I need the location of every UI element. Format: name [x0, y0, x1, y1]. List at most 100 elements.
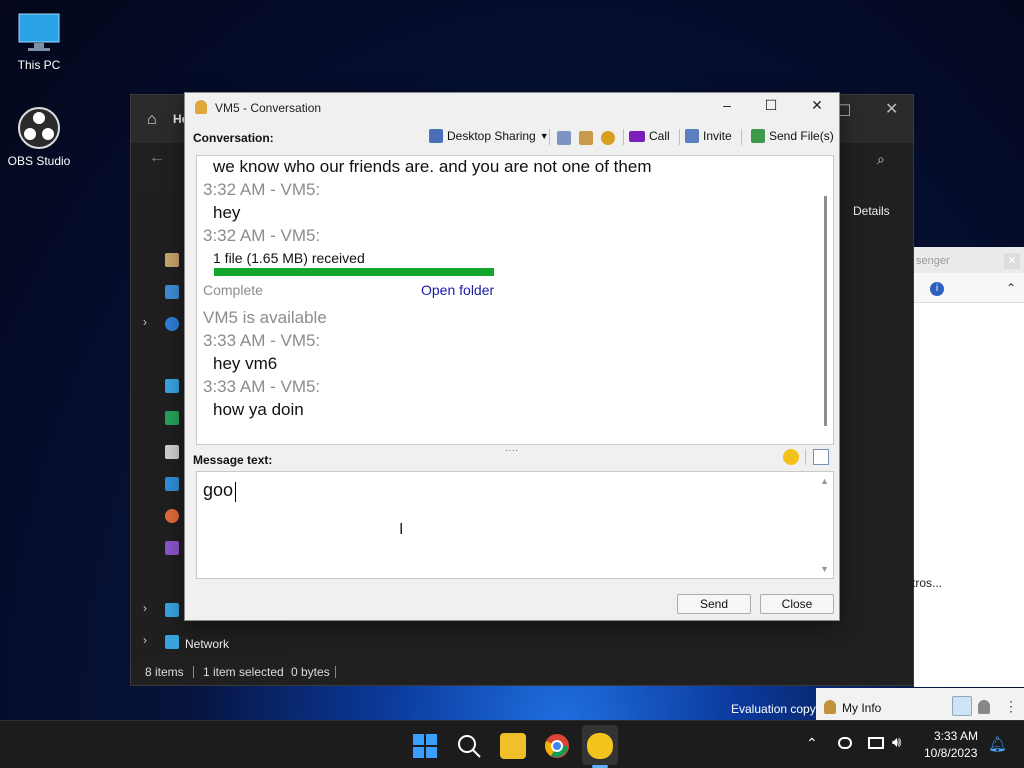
- pictures-nav-icon[interactable]: [165, 477, 179, 491]
- nav-item-network[interactable]: Network: [185, 637, 229, 651]
- evaluation-copy-label: Evaluation copy: [731, 702, 816, 716]
- taskbar: ⌃ 🔊︎ 3:33 AM 10/8/2023 🔔︎: [0, 720, 1024, 768]
- scroll-up-icon[interactable]: ▲: [820, 476, 829, 486]
- network-nav-icon[interactable]: [165, 635, 179, 649]
- videos-nav-icon[interactable]: [165, 541, 179, 555]
- transfer-status: Complete: [203, 282, 263, 298]
- toolbar-divider: [679, 129, 680, 145]
- details-pane-button[interactable]: Details: [853, 204, 890, 218]
- close-icon[interactable]: ✕: [807, 97, 827, 114]
- expand-chevron-icon[interactable]: ›: [143, 601, 147, 615]
- text-cursor-icon: I: [399, 521, 404, 538]
- documents-nav-icon[interactable]: [165, 445, 179, 459]
- message-header: 3:32 AM - VM5:: [203, 180, 321, 199]
- desktop-icon-label: OBS Studio: [7, 154, 71, 168]
- chevron-up-icon[interactable]: ⌃: [1006, 281, 1016, 295]
- conversation-history: we know who our friends are. and you are…: [196, 155, 834, 445]
- toolbar-divider: [805, 449, 806, 465]
- toolbar-divider: [549, 129, 550, 145]
- send-files-label: Send File(s): [769, 129, 834, 143]
- expand-chevron-icon[interactable]: ›: [143, 315, 147, 329]
- clock-date[interactable]: 10/8/2023: [924, 746, 977, 760]
- messenger-window: senger ✕ i ⌃ tros...: [912, 247, 1024, 687]
- volume-icon[interactable]: 🔊︎: [892, 734, 901, 751]
- message-input[interactable]: goo ▲ ▼: [196, 471, 834, 579]
- network-tray-icon[interactable]: [838, 737, 852, 749]
- my-info-button[interactable]: My Info: [842, 701, 881, 715]
- scroll-down-icon[interactable]: ▼: [820, 564, 829, 574]
- search-icon[interactable]: [456, 733, 482, 759]
- file-progress-bar: [214, 268, 494, 276]
- history-scrollbar[interactable]: [824, 196, 827, 426]
- status-item-count: 8 items: [145, 665, 184, 679]
- invite-button[interactable]: Invite: [685, 129, 732, 143]
- desktop-icon-obs-studio[interactable]: OBS Studio: [4, 106, 74, 168]
- message-text: hey: [213, 203, 241, 222]
- contact-icon: [195, 100, 207, 114]
- info-icon[interactable]: i: [930, 282, 944, 296]
- message-header: 3:33 AM - VM5:: [203, 377, 321, 396]
- resize-grip[interactable]: ····: [505, 445, 518, 456]
- call-label: Call: [649, 129, 670, 143]
- desktop-sharing-label: Desktop Sharing: [447, 129, 536, 143]
- settings-gear-icon[interactable]: [601, 131, 615, 145]
- gallery-nav-icon[interactable]: [165, 285, 179, 299]
- status-online-icon[interactable]: [952, 696, 972, 716]
- clock-time[interactable]: 3:33 AM: [934, 729, 978, 743]
- send-files-button[interactable]: Send File(s): [751, 129, 834, 143]
- maximize-icon[interactable]: ☐: [761, 97, 781, 114]
- close-icon[interactable]: ✕: [1004, 253, 1020, 269]
- windows-start-icon[interactable]: [412, 733, 438, 759]
- close-button[interactable]: Close: [760, 594, 834, 614]
- display-tray-icon[interactable]: [868, 737, 884, 749]
- desktop-icon-this-pc[interactable]: This PC: [4, 10, 74, 72]
- file-received-text: 1 file (1.65 MB) received: [213, 250, 365, 266]
- file-explorer-icon[interactable]: [500, 733, 526, 759]
- search-icon[interactable]: ⌕: [877, 151, 885, 168]
- format-text-icon[interactable]: [813, 449, 829, 465]
- send-button[interactable]: Send: [677, 594, 751, 614]
- toolbar-divider: [741, 129, 742, 145]
- message-header: 3:32 AM - VM5:: [203, 226, 321, 245]
- my-info-icon: [824, 700, 836, 714]
- desktop-sharing-icon: [429, 129, 443, 143]
- message-input-text: goo: [203, 480, 234, 500]
- text-caret: [235, 482, 236, 502]
- onedrive-nav-icon[interactable]: [165, 317, 179, 331]
- desktop-sharing-button[interactable]: Desktop Sharing ▼: [429, 129, 549, 143]
- status-divider: [193, 666, 194, 678]
- chrome-icon[interactable]: [544, 733, 570, 759]
- contact-name[interactable]: tros...: [912, 576, 942, 590]
- expand-chevron-icon[interactable]: ›: [143, 633, 147, 647]
- conversation-label: Conversation:: [193, 131, 274, 145]
- home-icon: ⌂: [147, 111, 157, 128]
- invite-users-icon: [685, 129, 699, 143]
- contacts-book-icon[interactable]: [579, 131, 593, 145]
- emoticon-icon[interactable]: [783, 449, 799, 465]
- notification-bell-icon[interactable]: 🔔︎: [988, 735, 1007, 753]
- open-folder-link[interactable]: Open folder: [421, 282, 494, 298]
- messenger-title: senger: [916, 255, 950, 267]
- window-title: VM5 - Conversation: [215, 101, 322, 115]
- desktop-nav-icon[interactable]: [165, 379, 179, 393]
- downloads-nav-icon[interactable]: [165, 411, 179, 425]
- call-button[interactable]: Call: [629, 129, 670, 143]
- user-icon[interactable]: [978, 700, 990, 714]
- message-text: how ya doin: [213, 400, 304, 419]
- chevron-up-icon[interactable]: ⌃: [806, 735, 818, 752]
- explorer-status-bar: 8 items 1 item selected 0 bytes: [131, 659, 913, 685]
- messenger-app-icon[interactable]: [587, 733, 613, 759]
- this-pc-nav-icon[interactable]: [165, 603, 179, 617]
- home-nav-icon[interactable]: [165, 253, 179, 267]
- send-file-icon: [751, 129, 765, 143]
- message-text: hey vm6: [213, 354, 278, 373]
- invite-label: Invite: [703, 129, 732, 143]
- chevron-down-icon: ▼: [539, 131, 549, 141]
- music-nav-icon[interactable]: [165, 509, 179, 523]
- notes-icon[interactable]: [557, 131, 571, 145]
- back-arrow-icon[interactable]: ←: [149, 149, 165, 167]
- close-icon[interactable]: ✕: [885, 99, 898, 119]
- message-text: we know who our friends are. and you are…: [213, 157, 652, 176]
- more-vertical-icon[interactable]: ⋮: [1004, 698, 1018, 715]
- minimize-icon[interactable]: –: [717, 97, 737, 113]
